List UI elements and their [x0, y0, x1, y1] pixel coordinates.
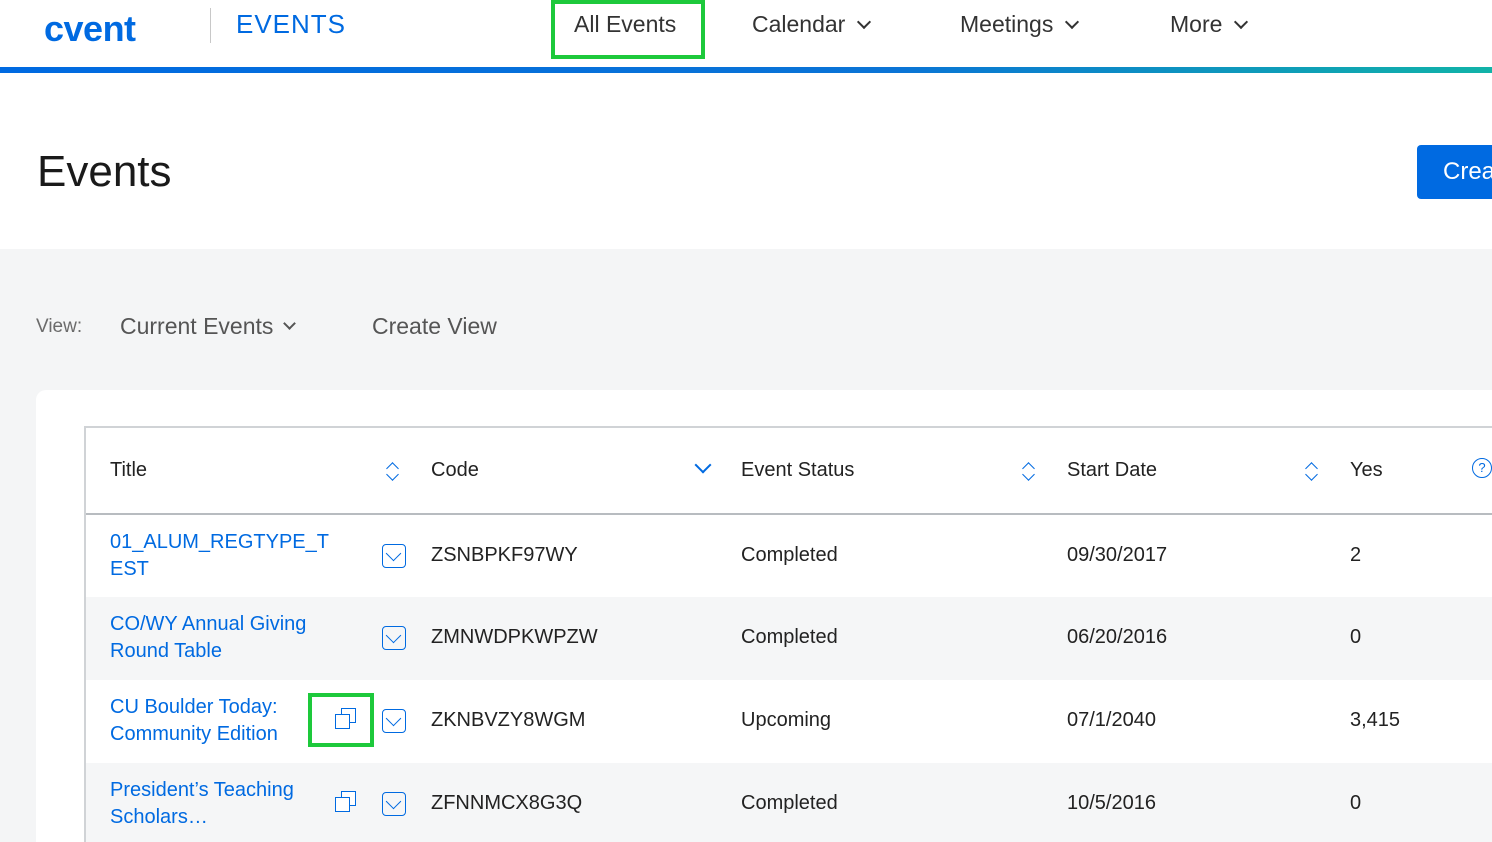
table-header: Title Code Event Status Start Date Yes ?	[86, 428, 1492, 515]
logo-divider	[210, 8, 211, 43]
column-header-event-status[interactable]: Event Status	[741, 459, 854, 482]
chevron-down-icon	[857, 14, 872, 29]
event-yes-count: 0	[1350, 626, 1362, 648]
nav-more[interactable]: More	[1170, 11, 1249, 38]
column-header-start-date[interactable]: Start Date	[1067, 459, 1157, 482]
event-start-date: 06/20/2016	[1067, 626, 1168, 648]
table-row: President’s Teaching Scholars… ZFNNMCX8G…	[86, 763, 1492, 842]
view-select-value: Current Events	[120, 313, 274, 339]
event-code: ZFNNMCX8G3Q	[431, 792, 583, 814]
event-status: Completed	[741, 544, 838, 566]
event-status: Completed	[741, 626, 838, 648]
sort-icon[interactable]	[386, 461, 400, 481]
event-start-date: 10/5/2016	[1067, 792, 1156, 814]
highlight-box-all-events	[551, 0, 705, 59]
events-table: Title Code Event Status Start Date Yes ?…	[84, 426, 1492, 842]
email-icon[interactable]	[382, 626, 406, 650]
table-row: CU Boulder Today: Community Edition ZKNB…	[86, 680, 1492, 763]
sort-icon[interactable]	[1022, 461, 1036, 481]
nav-calendar-label: Calendar	[752, 11, 846, 37]
email-icon[interactable]	[382, 709, 406, 733]
event-code: ZMNWDPKWPZW	[431, 626, 598, 648]
event-code: ZSNBPKF97WY	[431, 544, 578, 566]
email-icon[interactable]	[382, 792, 406, 816]
app-name[interactable]: EVENTS	[236, 9, 346, 40]
nav-meetings[interactable]: Meetings	[960, 11, 1080, 38]
page-header: Events Crea	[0, 73, 1492, 249]
event-yes-count: 3,415	[1350, 709, 1401, 731]
chevron-down-icon	[1234, 14, 1249, 29]
event-status: Completed	[741, 792, 838, 814]
event-start-date: 09/30/2017	[1067, 544, 1168, 566]
nav-calendar[interactable]: Calendar	[752, 11, 872, 38]
column-header-yes[interactable]: Yes	[1350, 459, 1383, 482]
event-title-link[interactable]: 01_ALUM_REGTYPE_T EST	[110, 529, 350, 583]
table-row: CO/WY Annual Giving Round Table ZMNWDPKW…	[86, 597, 1492, 680]
column-header-code[interactable]: Code	[431, 459, 479, 482]
create-event-button[interactable]: Crea	[1417, 145, 1492, 199]
email-icon[interactable]	[382, 544, 406, 568]
event-yes-count: 2	[1350, 544, 1362, 566]
page-title: Events	[37, 147, 172, 196]
event-start-date: 07/1/2040	[1067, 709, 1156, 731]
sort-descending-icon[interactable]	[694, 456, 712, 474]
event-status: Upcoming	[741, 709, 832, 731]
nav-more-label: More	[1170, 11, 1223, 37]
view-label: View:	[36, 316, 83, 337]
chevron-down-icon	[283, 317, 297, 330]
create-view-link[interactable]: Create View	[372, 313, 497, 340]
top-nav: cvent EVENTS All Events Calendar Meeting…	[0, 0, 1492, 68]
logo-text: cvent	[44, 8, 136, 49]
event-code: ZKNBVZY8WGM	[431, 709, 586, 731]
cvent-logo[interactable]: cvent	[44, 8, 136, 50]
column-header-title[interactable]: Title	[110, 459, 147, 482]
chevron-down-icon	[1065, 14, 1080, 29]
nav-meetings-label: Meetings	[960, 11, 1054, 37]
table-row: 01_ALUM_REGTYPE_T EST ZSNBPKF97WY Comple…	[86, 515, 1492, 597]
copy-event-icon[interactable]	[335, 791, 357, 813]
event-title-link[interactable]: President’s Teaching Scholars…	[110, 777, 350, 831]
sort-icon[interactable]	[1305, 461, 1319, 481]
event-yes-count: 0	[1350, 792, 1362, 814]
view-select[interactable]: Current Events	[120, 313, 297, 340]
highlight-box-copy-icon	[308, 693, 374, 747]
help-icon[interactable]: ?	[1472, 458, 1492, 478]
event-title-link[interactable]: CO/WY Annual Giving Round Table	[110, 611, 350, 665]
